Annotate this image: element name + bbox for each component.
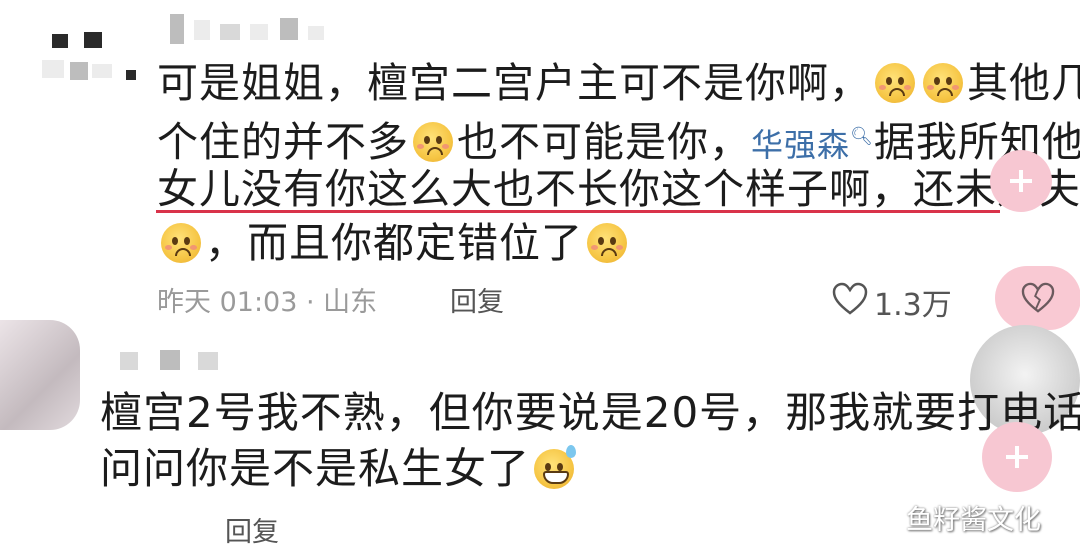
heart-react-button[interactable]	[995, 266, 1080, 330]
comment1-line1: 可是姐姐，檀宫二宫户主可不是你啊， 其他几	[157, 56, 1080, 110]
mention-link[interactable]: 华强森	[751, 126, 850, 164]
pleading-face-icon	[875, 63, 915, 103]
pleading-face-icon	[587, 223, 627, 263]
comment1-text: 个住的并不多	[157, 118, 409, 166]
red-underline	[156, 210, 1000, 213]
pleading-face-icon	[413, 122, 453, 162]
comment1-text: 据我所知他	[873, 118, 1080, 166]
comment2-line1: 檀宫2号我不熟，但你要说是20号，那我就要打电话	[100, 386, 1080, 440]
reply-button[interactable]: 回复	[450, 280, 504, 319]
search-icon[interactable]: 🔍︎	[850, 126, 874, 147]
pleading-face-icon	[161, 223, 201, 263]
reply-button[interactable]: 回复	[225, 510, 279, 549]
username-pixelated[interactable]	[120, 350, 230, 374]
comment2-text: 问问你是不是私生女了	[100, 444, 531, 493]
heart-outline-icon[interactable]	[832, 282, 868, 316]
like-count: 1.3万	[874, 288, 952, 323]
comment1-text: 其他几	[967, 59, 1080, 107]
watermark: 鱼籽酱文化	[906, 505, 1041, 536]
comment1-text: 可是姐姐，檀宫二宫户主可不是你啊，	[157, 59, 871, 107]
comment2-line2: 问问你是不是私生女了	[100, 442, 578, 496]
grinning-sweat-face-icon	[534, 445, 577, 489]
comment1-line3: 女儿没有你这么大也不长你这个样子啊，还未婚夫	[157, 162, 1080, 216]
comment2-text: 檀宫2号我不熟，但你要说是20号，那我就要打电话	[100, 388, 1080, 437]
username-pixelated[interactable]	[170, 14, 350, 48]
add-button[interactable]	[990, 150, 1052, 212]
comment1-meta: 昨天 01:03 · 山东	[157, 287, 378, 318]
avatar-blurred[interactable]	[0, 320, 80, 430]
comment1-line4: ，而且你都定错位了	[157, 216, 631, 270]
broken-heart-icon	[1021, 282, 1055, 313]
add-button[interactable]	[982, 422, 1052, 492]
comment1-text: 也不可能是你，	[457, 118, 751, 166]
avatar-pixelated[interactable]	[40, 20, 140, 110]
comment1-text: ，而且你都定错位了	[205, 219, 583, 267]
comment1-text: 女儿没有你这么大也不长你这个样子啊，还未婚夫	[157, 165, 1080, 213]
pleading-face-icon	[923, 63, 963, 103]
